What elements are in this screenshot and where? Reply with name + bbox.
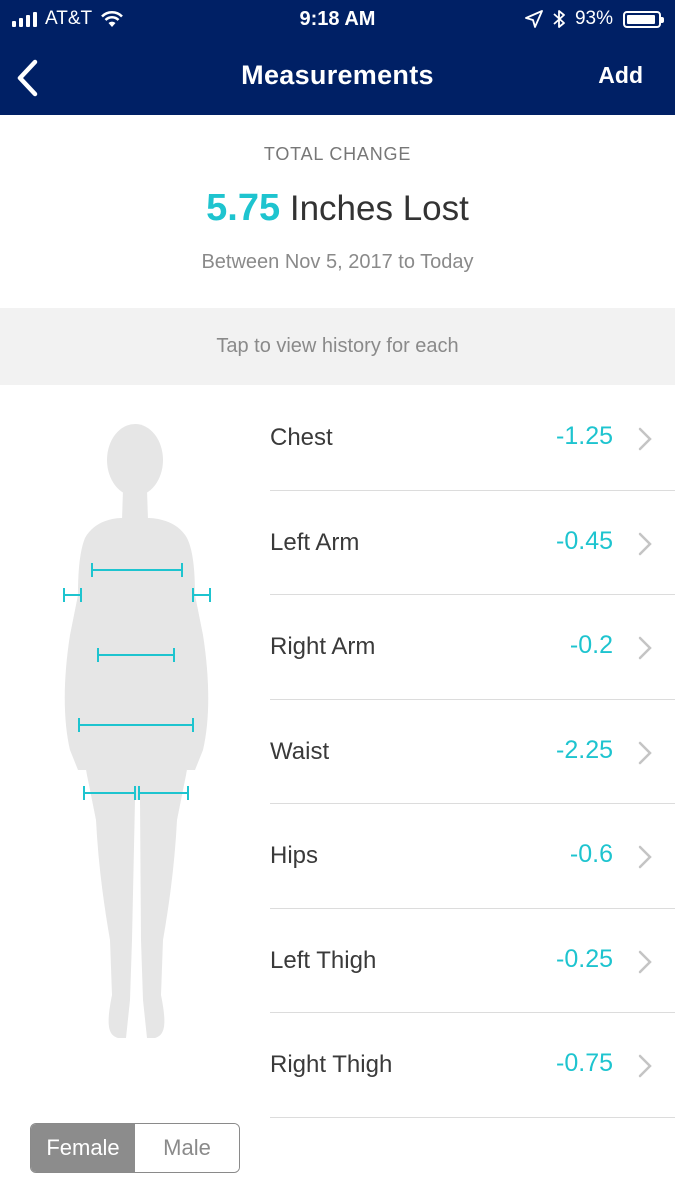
measurement-value: -0.45 — [556, 526, 613, 555]
measurement-value: -0.75 — [556, 1049, 613, 1077]
date-range: Between Nov 5, 2017 to Today — [201, 251, 474, 273]
chevron-right-icon — [638, 950, 652, 973]
status-right: 93% — [525, 8, 664, 30]
measurement-name: Hips — [270, 842, 319, 869]
measurement-row-left-arm[interactable]: Left Arm -0.45 — [270, 491, 675, 595]
inches-lost-text: Inches Lost — [289, 189, 469, 228]
total-change-value: 5.75 Inches Lost — [0, 187, 675, 230]
measurement-name: Right Thigh — [270, 1051, 393, 1078]
chevron-right-icon — [638, 1054, 652, 1078]
gender-toggle: Female Male — [30, 1123, 240, 1173]
measurement-value: -0.25 — [556, 944, 613, 973]
measurement-value: -1.25 — [556, 422, 613, 450]
nav-row: Measurements Add — [0, 48, 675, 106]
battery-icon — [623, 10, 664, 28]
measurement-row-waist[interactable]: Waist -2.25 — [270, 700, 675, 804]
body-figure-female — [63, 424, 211, 1038]
chevron-right-icon — [638, 636, 652, 660]
measurement-row-right-thigh[interactable]: Right Thigh -0.75 — [270, 1013, 675, 1118]
measurement-name: Left Arm — [270, 528, 360, 556]
measurement-row-left-thigh[interactable]: Left Thigh -0.25 — [270, 909, 675, 1013]
top-bar: AT&T 9:18 AM 93% Measurements Add — [0, 0, 675, 115]
chevron-right-icon — [638, 532, 652, 555]
measurement-value: -2.25 — [556, 735, 613, 764]
chevron-right-icon — [638, 741, 652, 764]
battery-percent: 93% — [574, 8, 613, 29]
location-icon — [525, 10, 543, 28]
male-option[interactable]: Male — [135, 1124, 239, 1172]
measurement-name: Chest — [270, 424, 333, 451]
measurement-value: -0.6 — [569, 840, 613, 868]
measurement-name: Waist — [270, 737, 330, 765]
chevron-right-icon — [638, 845, 652, 869]
measurement-row-right-arm[interactable]: Right Arm -0.2 — [270, 595, 675, 700]
measurement-name: Left Thigh — [270, 946, 377, 974]
measurement-value: -0.2 — [569, 631, 613, 659]
measurement-row-chest[interactable]: Chest -1.25 — [270, 386, 675, 491]
history-hint: Tap to view history for each — [0, 308, 675, 385]
total-change-summary: TOTAL CHANGE 5.75 Inches Lost Between No… — [0, 115, 675, 308]
status-bar: AT&T 9:18 AM 93% — [0, 0, 675, 38]
add-button[interactable]: Add — [598, 62, 643, 89]
female-option[interactable]: Female — [31, 1124, 135, 1172]
measurement-row-hips[interactable]: Hips -0.6 — [270, 804, 675, 909]
bluetooth-icon — [553, 10, 565, 28]
page-title: Measurements — [241, 60, 434, 90]
measurement-name: Right Arm — [270, 633, 376, 660]
measurement-list: Chest -1.25 Left Arm -0.45 Right Arm -0.… — [270, 386, 675, 1118]
inches-lost-number: 5.75 — [206, 187, 281, 229]
total-change-label: TOTAL CHANGE — [263, 144, 412, 164]
chevron-right-icon — [638, 427, 652, 451]
